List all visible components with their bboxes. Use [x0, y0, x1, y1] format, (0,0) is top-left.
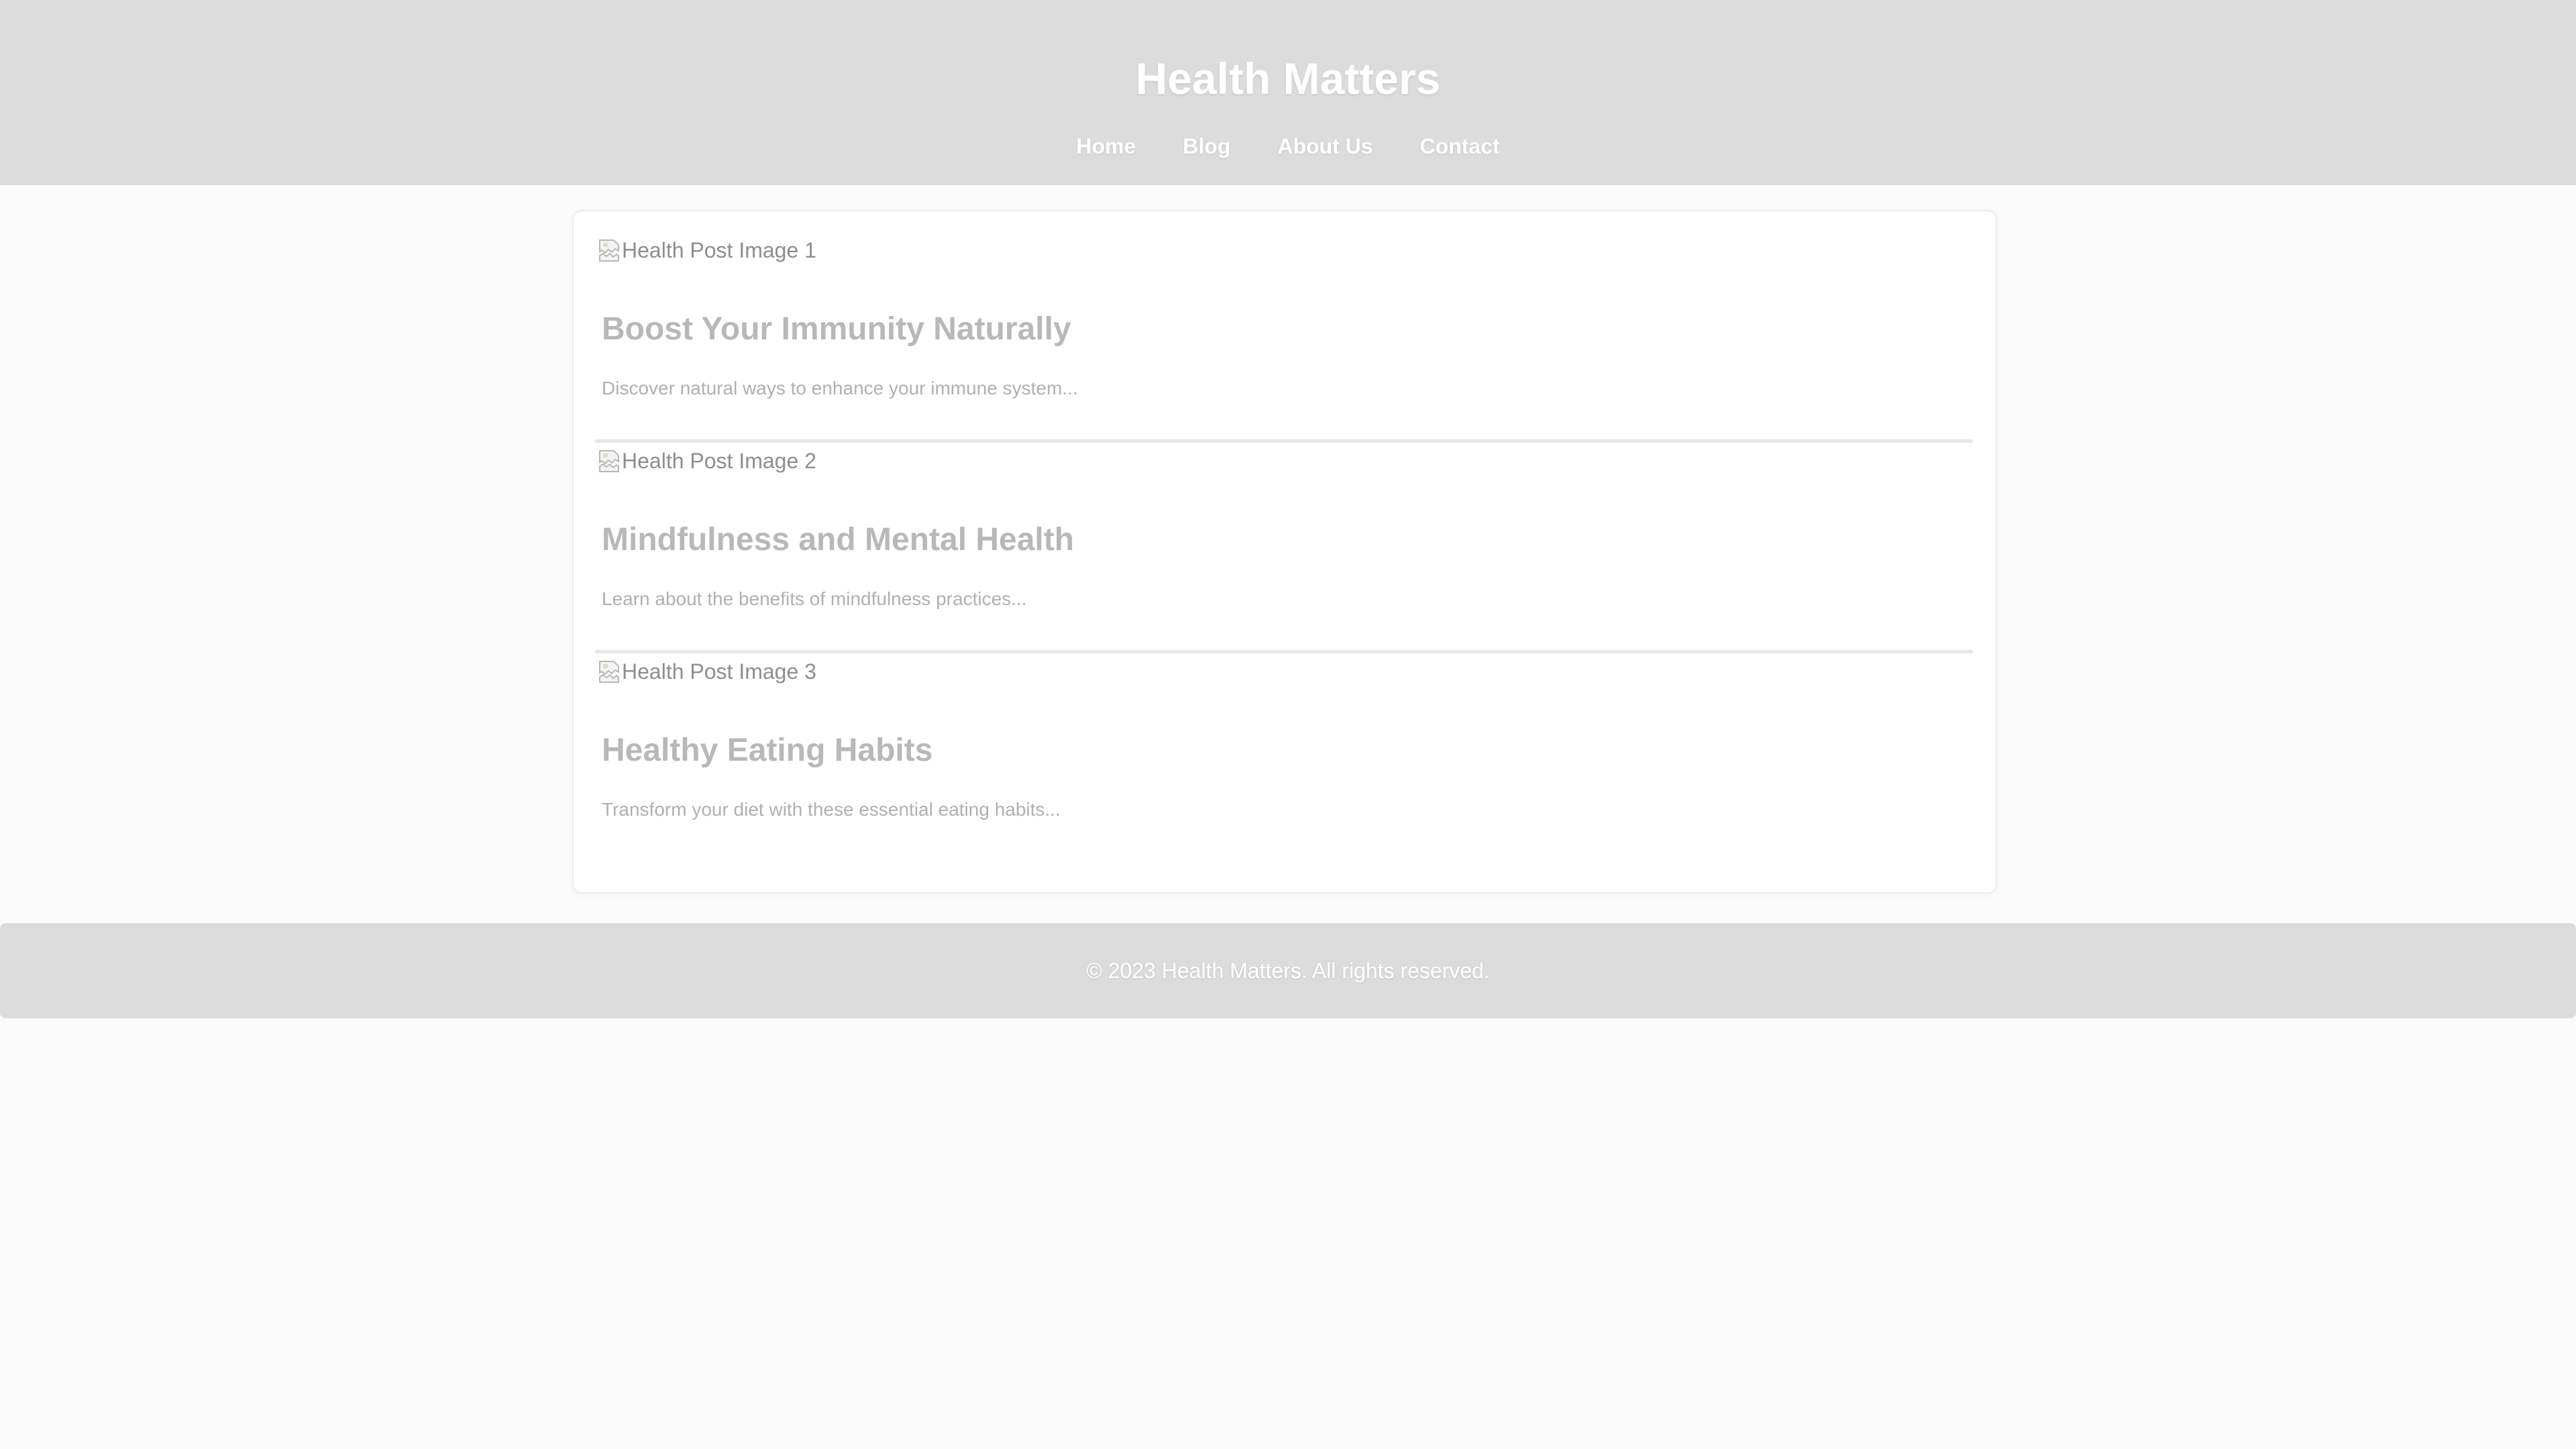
post-image-alt-text: Health Post Image 1	[622, 237, 816, 262]
nav-link-about-us[interactable]: About Us	[1277, 127, 1373, 165]
post-divider	[595, 439, 1973, 443]
post-image: Health Post Image 3	[598, 657, 816, 686]
broken-image-icon	[598, 237, 621, 263]
post-excerpt: Learn about the benefits of mindfulness …	[602, 588, 1027, 609]
broken-image-icon	[598, 659, 621, 684]
site-footer: © 2023 Health Matters. All rights reserv…	[0, 923, 2576, 1018]
main-nav: Home Blog About Us Contact	[0, 127, 2576, 165]
post-divider	[595, 650, 1973, 653]
post-image-alt-text: Health Post Image 3	[622, 659, 816, 684]
post-title[interactable]: Mindfulness and Mental Health	[602, 520, 1074, 560]
nav-link-blog[interactable]: Blog	[1183, 127, 1230, 165]
post-title[interactable]: Healthy Eating Habits	[602, 731, 932, 771]
site-header: Health Matters Home Blog About Us Contac…	[0, 0, 2576, 185]
site-title: Health Matters	[1135, 54, 1441, 103]
post-title[interactable]: Boost Your Immunity Naturally	[602, 309, 1071, 350]
broken-image-icon	[598, 448, 621, 474]
blog-posts-card: Health Post Image 1 Boost Your Immunity …	[572, 210, 1997, 894]
copyright-text: © 2023 Health Matters. All rights reserv…	[1086, 959, 1490, 983]
post-image: Health Post Image 1	[598, 235, 816, 265]
nav-link-home[interactable]: Home	[1076, 127, 1136, 165]
post-excerpt: Discover natural ways to enhance your im…	[602, 378, 1078, 398]
post-image: Health Post Image 2	[598, 446, 816, 476]
post-image-alt-text: Health Post Image 2	[622, 448, 816, 473]
nav-link-contact[interactable]: Contact	[1420, 127, 1500, 165]
post-excerpt: Transform your diet with these essential…	[602, 799, 1061, 820]
